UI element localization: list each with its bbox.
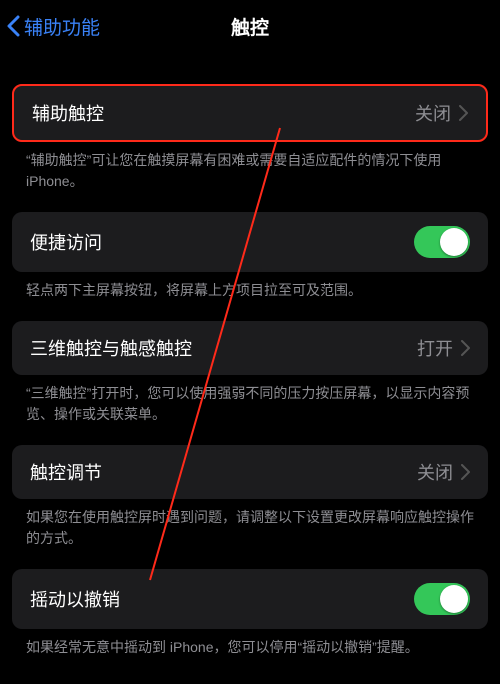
3d-touch-footer: “三维触控”打开时，您可以使用强弱不同的压力按压屏幕，以显示内容预览、操作或关联… bbox=[0, 375, 500, 445]
row-3d-touch[interactable]: 三维触控与触感触控 打开 bbox=[12, 321, 488, 375]
row-label: 触控调节 bbox=[30, 459, 102, 485]
reachability-footer: 轻点两下主屏幕按钮，将屏幕上方项目拉至可及范围。 bbox=[0, 272, 500, 321]
chevron-left-icon bbox=[6, 15, 20, 37]
chevron-right-icon bbox=[461, 340, 470, 356]
shake-undo-footer: 如果经常无意中摇动到 iPhone，您可以停用“摇动以撤销”提醒。 bbox=[0, 629, 500, 678]
row-label: 三维触控与触感触控 bbox=[30, 335, 192, 361]
chevron-right-icon bbox=[459, 105, 468, 121]
page-title: 触控 bbox=[231, 13, 269, 40]
assistive-touch-footer: “辅助触控”可让您在触摸屏幕有困难或需要自适应配件的情况下使用 iPhone。 bbox=[0, 142, 500, 212]
row-label: 摇动以撤销 bbox=[30, 586, 120, 612]
row-value: 关闭 bbox=[415, 100, 451, 126]
touch-accom-footer: 如果您在使用触控屏时遇到问题，请调整以下设置更改屏幕响应触控操作的方式。 bbox=[0, 499, 500, 569]
nav-bar: 辅助功能 触控 bbox=[0, 0, 500, 52]
row-touch-accommodations[interactable]: 触控调节 关闭 bbox=[12, 445, 488, 499]
chevron-right-icon bbox=[461, 464, 470, 480]
toggle-shake-undo[interactable] bbox=[414, 583, 470, 615]
row-value: 关闭 bbox=[417, 459, 453, 485]
row-label: 辅助触控 bbox=[32, 100, 104, 126]
row-shake-undo[interactable]: 摇动以撤销 bbox=[12, 569, 488, 629]
toggle-reachability[interactable] bbox=[414, 226, 470, 258]
back-button[interactable]: 辅助功能 bbox=[6, 13, 100, 40]
row-value: 打开 bbox=[417, 335, 453, 361]
back-label: 辅助功能 bbox=[24, 13, 100, 40]
row-reachability[interactable]: 便捷访问 bbox=[12, 212, 488, 272]
row-label: 便捷访问 bbox=[30, 229, 102, 255]
row-assistive-touch[interactable]: 辅助触控 关闭 bbox=[12, 84, 488, 142]
